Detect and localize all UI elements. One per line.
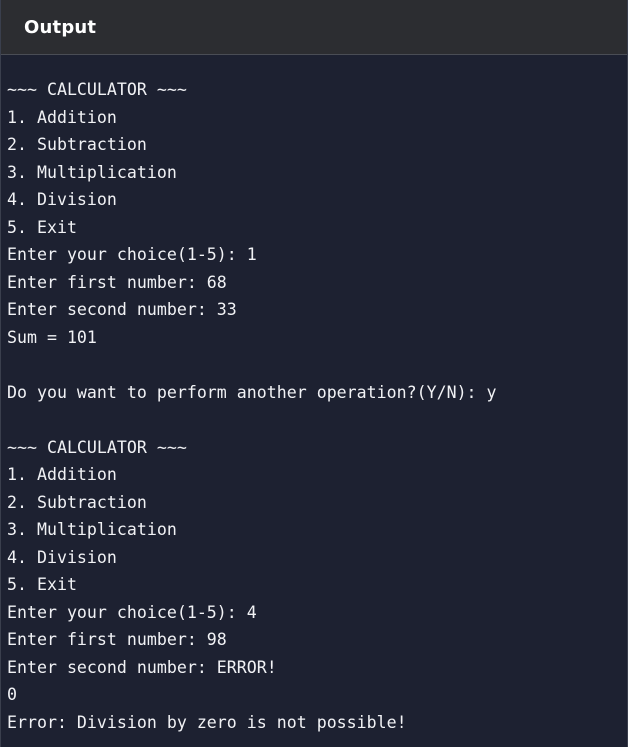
console-line: ~~~ CALCULATOR ~~~ xyxy=(7,80,187,99)
console-line: Enter second number: ERROR! xyxy=(7,657,277,677)
console-line: Enter first number: 68 xyxy=(7,272,227,292)
console-line: Do you want to perform another operation… xyxy=(7,382,497,402)
output-title: Output xyxy=(24,16,97,38)
console-line: 3. Multiplication xyxy=(7,162,177,182)
console-line: Enter your choice(1-5): 4 xyxy=(7,602,257,622)
output-panel: Output ~~~ CALCULATOR ~~~ 1. Addition 2.… xyxy=(0,0,628,747)
console-line: Enter first number: 98 xyxy=(7,630,227,649)
console-line: Sum = 101 xyxy=(7,327,97,347)
console-output[interactable]: ~~~ CALCULATOR ~~~ 1. Addition 2. Subtra… xyxy=(1,55,627,736)
console-line: 2. Subtraction xyxy=(7,492,147,512)
console-line: Error: Division by zero is not possible! xyxy=(7,712,407,732)
console-line: 2. Subtraction xyxy=(7,135,147,154)
console-line: ~~~ CALCULATOR ~~~ xyxy=(7,437,187,457)
console-line: 1. Addition xyxy=(7,465,117,484)
console-line: 3. Multiplication xyxy=(7,520,177,539)
console-line: 4. Division xyxy=(7,190,117,209)
console-line: 5. Exit xyxy=(7,217,77,237)
console-line: 0 xyxy=(7,685,17,704)
console-line: 4. Division xyxy=(7,547,117,567)
output-header: Output xyxy=(1,0,627,55)
console-line: 5. Exit xyxy=(7,575,77,594)
console-line: Enter second number: 33 xyxy=(7,300,237,319)
console-line: Enter your choice(1-5): 1 xyxy=(7,245,257,264)
console-line: 1. Addition xyxy=(7,107,117,127)
